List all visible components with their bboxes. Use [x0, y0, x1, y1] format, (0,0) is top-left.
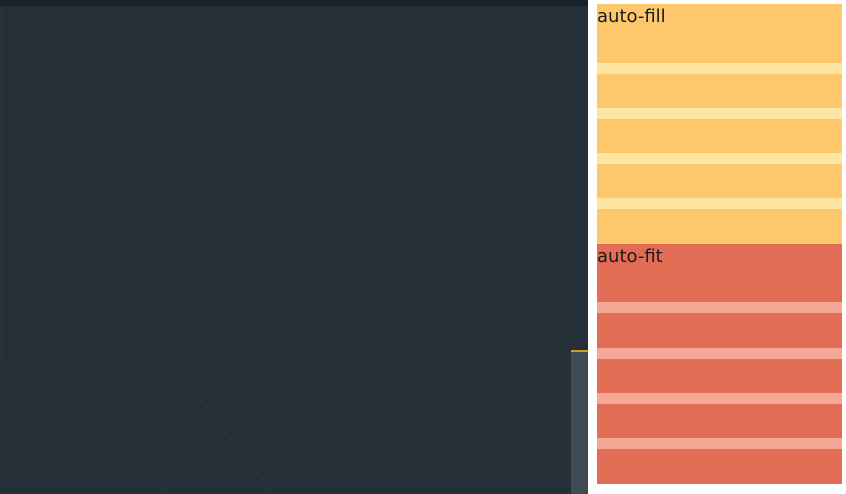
editor-scrollbar[interactable]: [571, 352, 588, 494]
grid-gap: [597, 198, 842, 209]
editor-top-bar: [0, 0, 588, 6]
auto-fill-grid: auto-fill: [597, 4, 842, 244]
editor-faint-line: [190, 386, 272, 491]
preview-pane: auto-fill auto-fit: [597, 0, 846, 494]
auto-fit-grid: auto-fit: [597, 244, 842, 484]
grid-gap: [597, 63, 842, 74]
grid-gap: [597, 302, 842, 313]
grid-gap: [597, 348, 842, 359]
grid-gap: [597, 393, 842, 404]
editor-gutter: [0, 6, 2, 366]
editor-faint-mark: [162, 484, 163, 494]
code-editor-pane[interactable]: [0, 0, 588, 494]
grid-gap: [597, 108, 842, 119]
app-window: auto-fill auto-fit: [0, 0, 846, 494]
pane-resize-divider[interactable]: [588, 0, 597, 494]
auto-fit-label: auto-fit: [597, 246, 663, 267]
auto-fill-label: auto-fill: [597, 6, 666, 27]
grid-gap: [597, 153, 842, 164]
grid-gap: [597, 438, 842, 449]
